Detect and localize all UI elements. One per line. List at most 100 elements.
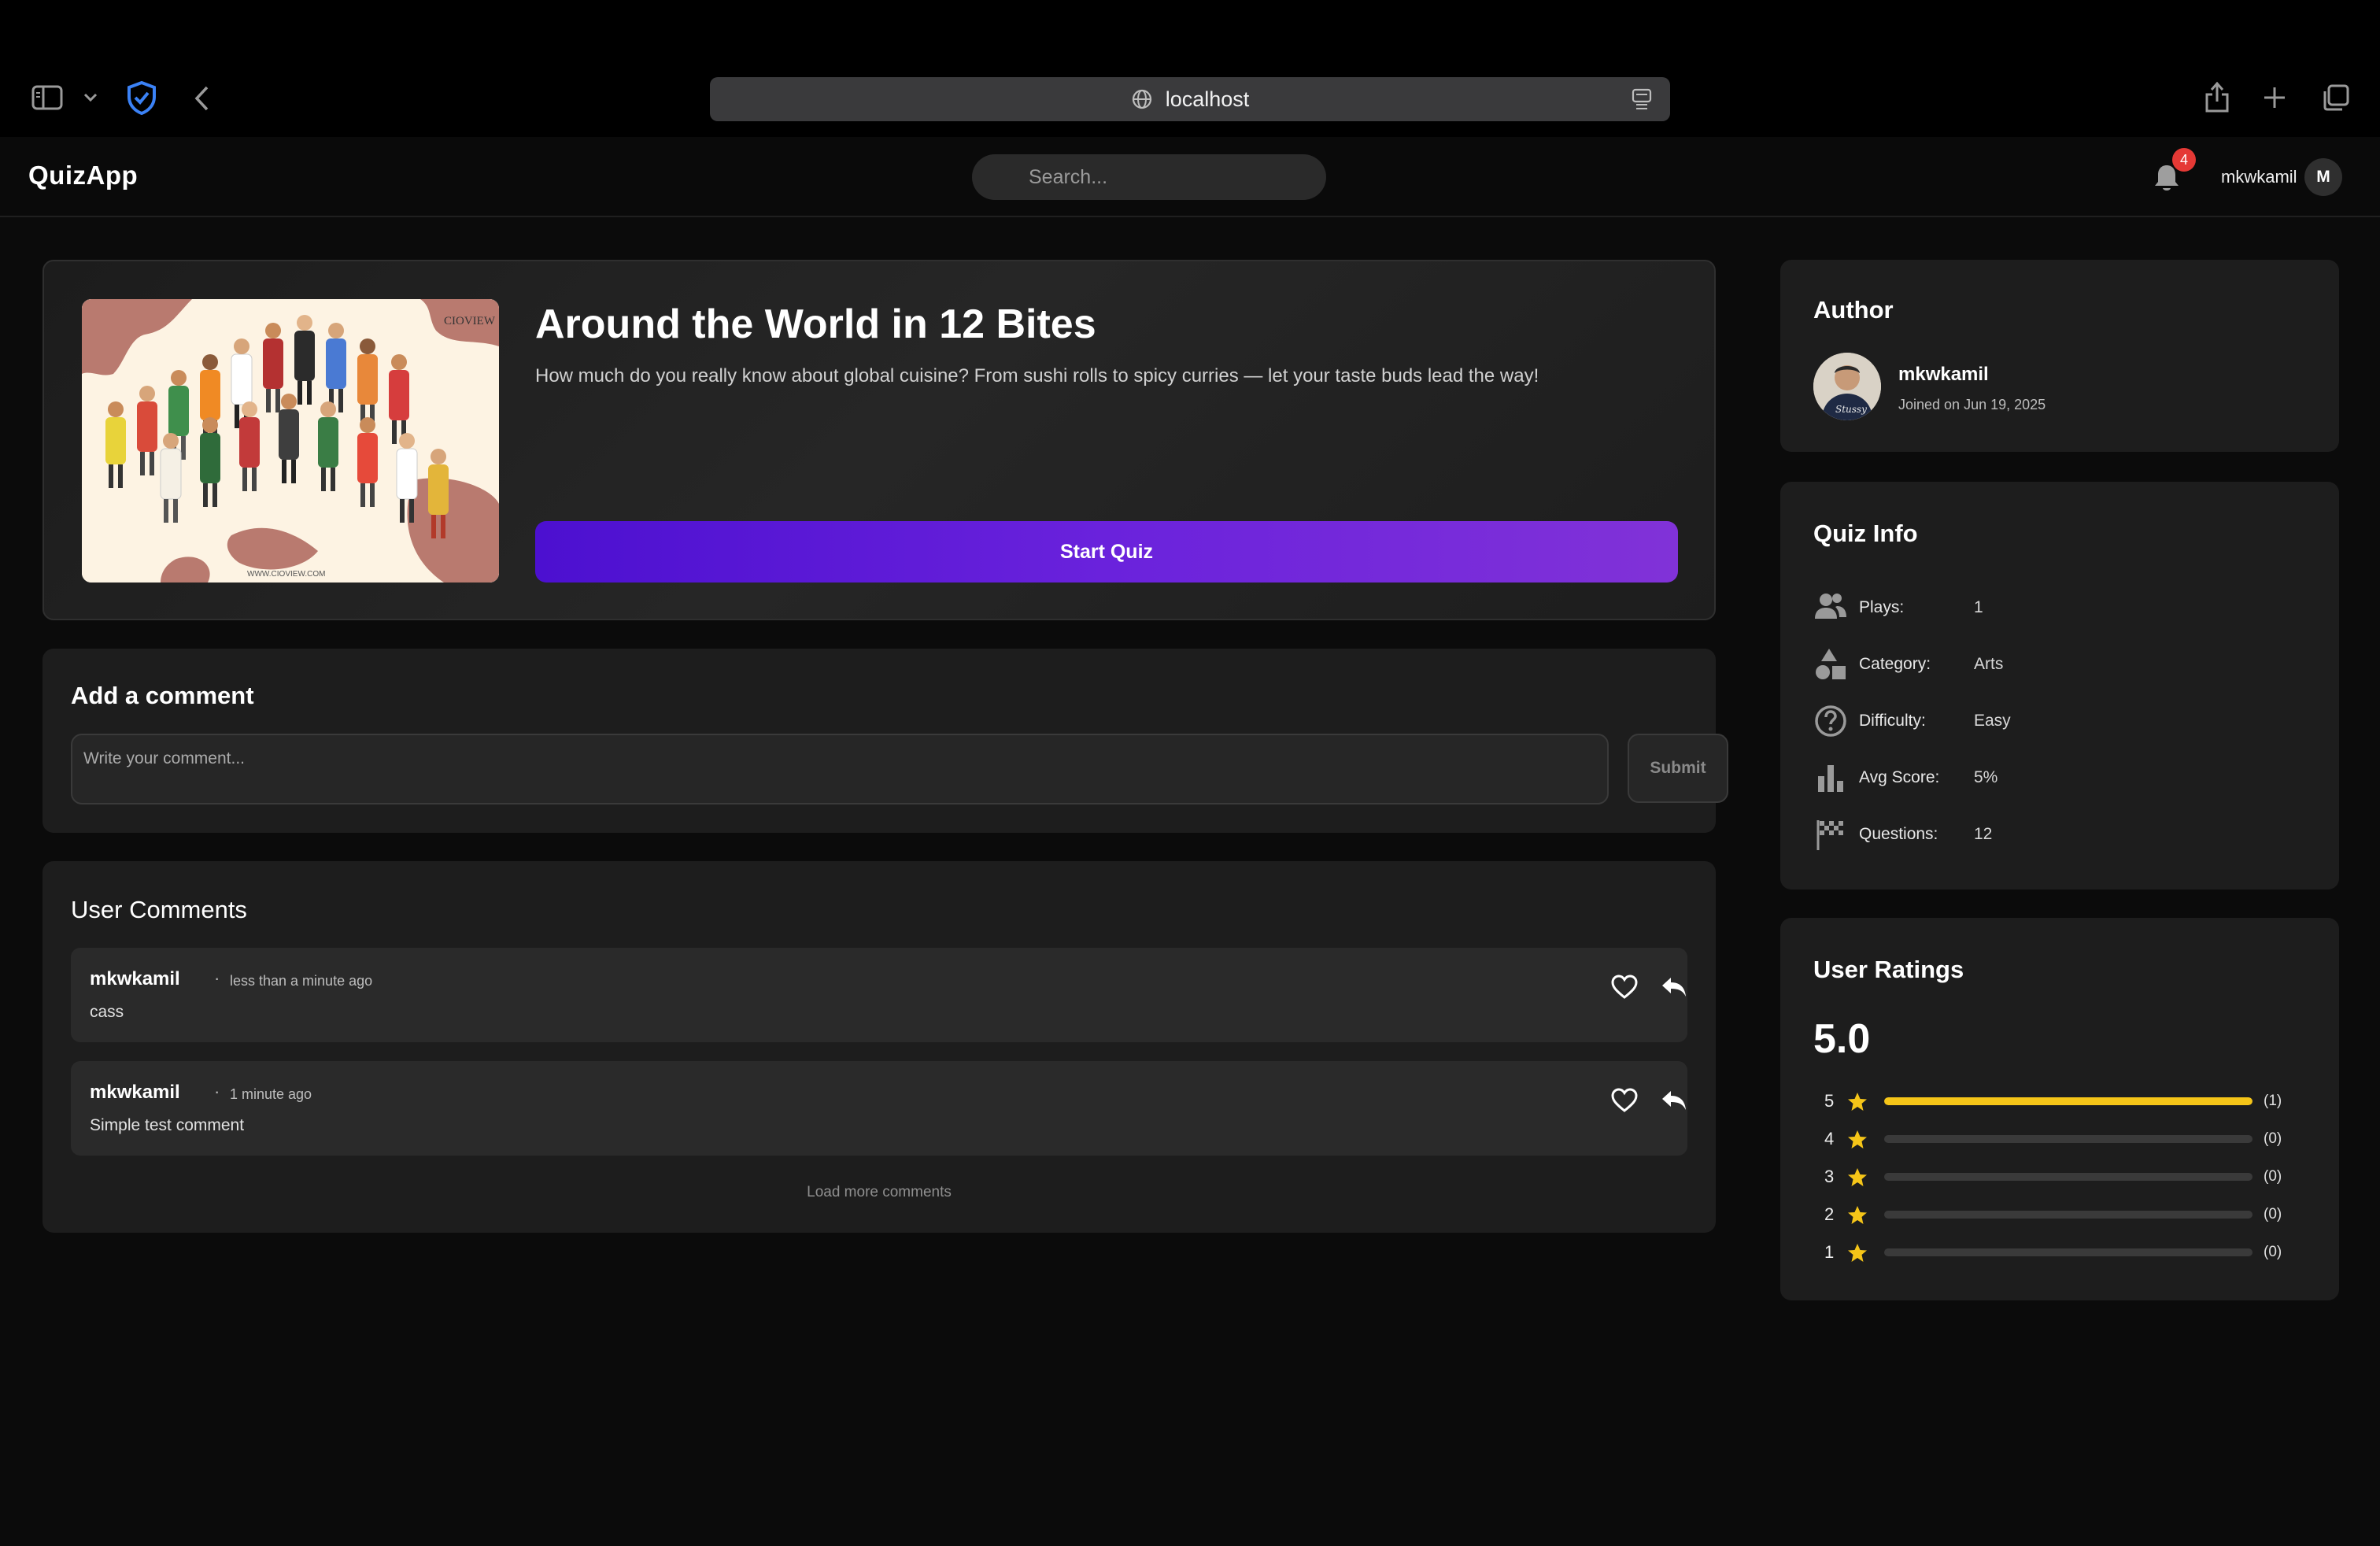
user-ratings-title: User Ratings xyxy=(1813,956,1964,983)
quiz-info-title: Quiz Info xyxy=(1813,520,1918,547)
globe-icon xyxy=(1131,88,1153,110)
users-icon xyxy=(1813,590,1848,622)
reader-mode-icon[interactable] xyxy=(1631,87,1653,111)
svg-text:WWW.CIOVIEW.COM: WWW.CIOVIEW.COM xyxy=(247,570,325,579)
category-value: Arts xyxy=(1974,655,2004,673)
avg-score-label: Avg Score: xyxy=(1859,768,1940,786)
rating-stars-label: 3 xyxy=(1824,1167,1835,1186)
author-avatar[interactable]: Stussy xyxy=(1813,353,1881,420)
comment-input[interactable]: Write your comment... xyxy=(71,734,1609,804)
rating-count: (0) xyxy=(2264,1244,2282,1260)
rating-stars-label: 4 xyxy=(1824,1129,1835,1148)
rating-row-2: 2 (0) xyxy=(1813,1203,2317,1226)
reply-icon[interactable] xyxy=(1661,1089,1687,1111)
notification-badge: 4 xyxy=(2172,148,2196,172)
author-name[interactable]: mkwkamil xyxy=(1898,364,1989,386)
comment-separator-dot: · xyxy=(214,1082,220,1101)
star-icon xyxy=(1846,1242,1868,1264)
plays-value: 1 xyxy=(1974,598,1983,616)
load-more-comments-link[interactable]: Load more comments xyxy=(42,1184,1716,1201)
star-icon xyxy=(1846,1204,1868,1226)
svg-text:CIOVIEW: CIOVIEW xyxy=(444,315,496,327)
rating-stars-label: 2 xyxy=(1824,1204,1835,1224)
rating-bar xyxy=(1884,1135,2252,1143)
author-joined-date: Joined on Jun 19, 2025 xyxy=(1898,397,2046,412)
rating-stars-label: 1 xyxy=(1824,1242,1835,1262)
rating-bar-fill xyxy=(1884,1097,2252,1105)
add-comment-title: Add a comment xyxy=(71,682,254,709)
info-row-plays: Plays: 1 xyxy=(1813,590,2317,625)
share-icon[interactable] xyxy=(2204,80,2230,113)
question-circle-icon xyxy=(1813,704,1848,738)
difficulty-value: Easy xyxy=(1974,712,2011,730)
comment-time: 1 minute ago xyxy=(230,1086,312,1102)
info-row-questions: Questions: 12 xyxy=(1813,817,2317,852)
info-row-category: Category: Arts xyxy=(1813,647,2317,682)
rating-count: (1) xyxy=(2264,1093,2282,1109)
questions-label: Questions: xyxy=(1859,825,1938,843)
rating-bar xyxy=(1884,1097,2252,1105)
user-comments-title: User Comments xyxy=(71,896,247,923)
quiz-title: Around the World in 12 Bites xyxy=(535,301,1096,347)
back-arrow-icon[interactable] xyxy=(194,85,209,112)
user-comments-card: User Comments mkwkamil · less than a min… xyxy=(42,861,1716,1233)
rating-row-3: 3 (0) xyxy=(1813,1165,2317,1189)
comment-separator-dot: · xyxy=(214,968,220,988)
rating-bar xyxy=(1884,1173,2252,1181)
rating-count: (0) xyxy=(2264,1168,2282,1185)
rating-row-1: 1 (0) xyxy=(1813,1241,2317,1264)
comment-item: mkwkamil · 1 minute ago Simple test comm… xyxy=(71,1061,1687,1156)
sidebar-toggle-icon[interactable] xyxy=(31,85,63,110)
quiz-hero-card: CIOVIEW WWW.CIOVIEW.COM Around the World… xyxy=(42,260,1716,620)
url-text: localhost xyxy=(1165,87,1250,111)
average-rating: 5.0 xyxy=(1813,1016,1871,1062)
rating-row-4: 4 (0) xyxy=(1813,1127,2317,1151)
plays-label: Plays: xyxy=(1859,598,1905,616)
checkered-flag-icon xyxy=(1813,817,1848,852)
comment-text: Simple test comment xyxy=(90,1116,245,1134)
search-input[interactable] xyxy=(972,154,1326,200)
chevron-down-icon[interactable] xyxy=(83,93,98,102)
difficulty-label: Difficulty: xyxy=(1859,712,1926,730)
comment-time: less than a minute ago xyxy=(230,973,373,989)
quiz-description: How much do you really know about global… xyxy=(535,365,1539,386)
heart-icon[interactable] xyxy=(1610,975,1639,1000)
brand-logo[interactable]: QuizApp xyxy=(28,161,138,190)
user-ratings-card: User Ratings 5.0 5 (1) 4 (0) 3 (0) 2 (0)… xyxy=(1780,918,2339,1300)
author-title: Author xyxy=(1813,296,1894,324)
address-bar[interactable]: localhost xyxy=(710,77,1670,121)
comment-text: cass xyxy=(90,1003,124,1021)
start-quiz-button[interactable]: Start Quiz xyxy=(535,521,1678,583)
svg-text:Stussy: Stussy xyxy=(1835,404,1867,415)
quiz-info-card: Quiz Info Plays: 1 Category: Arts Diffic… xyxy=(1780,482,2339,890)
submit-comment-button[interactable]: Submit xyxy=(1628,734,1728,803)
tab-overview-icon[interactable] xyxy=(2322,83,2350,112)
rating-row-5: 5 (1) xyxy=(1813,1089,2317,1113)
author-card: Author Stussy mkwkamil Joined on Jun 19,… xyxy=(1780,260,2339,452)
star-icon xyxy=(1846,1167,1868,1189)
header-username[interactable]: mkwkamil xyxy=(2221,167,2297,187)
browser-toolbar: localhost xyxy=(0,58,2380,137)
info-row-avg-score: Avg Score: 5% xyxy=(1813,760,2317,795)
heart-icon[interactable] xyxy=(1610,1088,1639,1113)
window-top-strip xyxy=(0,0,2380,58)
category-shapes-icon xyxy=(1813,647,1848,682)
add-comment-card: Add a comment Write your comment... Subm… xyxy=(42,649,1728,833)
app-header: QuizApp 4 mkwkamil M xyxy=(0,137,2380,217)
questions-value: 12 xyxy=(1974,825,1993,843)
avg-score-value: 5% xyxy=(1974,768,1998,786)
info-row-difficulty: Difficulty: Easy xyxy=(1813,704,2317,738)
reply-icon[interactable] xyxy=(1661,976,1687,998)
new-tab-plus-icon[interactable] xyxy=(2262,85,2287,110)
privacy-shield-icon[interactable] xyxy=(126,80,157,115)
quiz-cover-image: CIOVIEW WWW.CIOVIEW.COM xyxy=(82,299,499,583)
bar-chart-icon xyxy=(1813,760,1848,795)
rating-bar xyxy=(1884,1248,2252,1256)
comment-item: mkwkamil · less than a minute ago cass xyxy=(71,948,1687,1042)
user-avatar[interactable]: M xyxy=(2304,158,2342,196)
star-icon xyxy=(1846,1129,1868,1151)
comment-author[interactable]: mkwkamil xyxy=(90,968,180,990)
rating-count: (0) xyxy=(2264,1130,2282,1147)
comment-author[interactable]: mkwkamil xyxy=(90,1082,180,1104)
star-icon xyxy=(1846,1091,1868,1113)
